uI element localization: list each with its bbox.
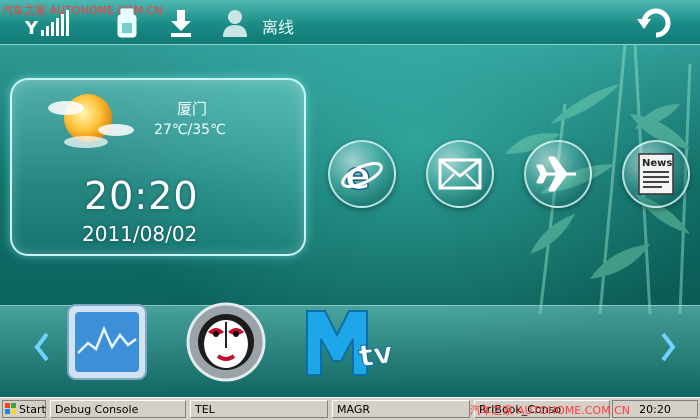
watermark-bottom-right: 汽车之家 AUTOHOME.COM.CN [469, 404, 630, 417]
svg-text:News: News [642, 158, 672, 169]
svg-text:Y: Y [24, 18, 39, 38]
signal-icon: Y [22, 6, 74, 40]
clock-time: 20:20 [84, 174, 199, 218]
taskbar-item-magr[interactable]: MAGR [332, 400, 470, 418]
weather-city: 厦门 [177, 100, 208, 118]
monitor-app-button[interactable] [64, 300, 150, 384]
opera-mask-app-button[interactable] [183, 300, 269, 384]
home-screen: 汽车之家 AUTOHOME.COM.CN Y 离线 厦门 27℃/35℃ 20:… [0, 0, 700, 420]
start-button[interactable]: Start [2, 400, 46, 418]
internet-explorer-icon: e [341, 153, 383, 197]
windows-logo-icon [5, 403, 17, 415]
status-bar: 汽车之家 AUTOHOME.COM.CN Y 离线 [0, 0, 700, 45]
mtv-icon: tv [306, 310, 396, 376]
sim-card-icon[interactable] [112, 6, 142, 40]
offline-status-label: 离线 [262, 18, 295, 37]
user-icon[interactable] [220, 6, 250, 40]
taskbar-item-tel[interactable]: TEL [190, 400, 328, 418]
weather-temperature: 27℃/35℃ [154, 122, 226, 138]
browser-app-button[interactable]: e [328, 140, 396, 208]
clock-date: 2011/08/02 [82, 222, 198, 246]
news-app-button[interactable]: News [622, 140, 690, 208]
flight-app-button[interactable] [524, 140, 592, 208]
back-arrow-icon[interactable] [632, 6, 680, 40]
dock-prev-arrow-icon[interactable] [30, 325, 54, 369]
weather-clock-widget[interactable]: 厦门 27℃/35℃ 20:20 2011/08/02 [10, 78, 306, 256]
taskbar-item-debug-console[interactable]: Debug Console [50, 400, 186, 418]
download-icon[interactable] [166, 6, 196, 40]
mail-icon [438, 158, 482, 190]
svg-text:tv: tv [357, 335, 396, 374]
opera-mask-icon [186, 302, 266, 382]
dock-next-arrow-icon[interactable] [656, 325, 680, 369]
airplane-icon [536, 156, 576, 192]
mtv-app-button[interactable]: tv [302, 300, 402, 384]
partly-cloudy-icon [36, 86, 136, 160]
waveform-monitor-icon [67, 304, 147, 380]
start-label: Start [19, 402, 46, 416]
mail-app-button[interactable] [426, 140, 494, 208]
news-icon: News [638, 153, 674, 195]
